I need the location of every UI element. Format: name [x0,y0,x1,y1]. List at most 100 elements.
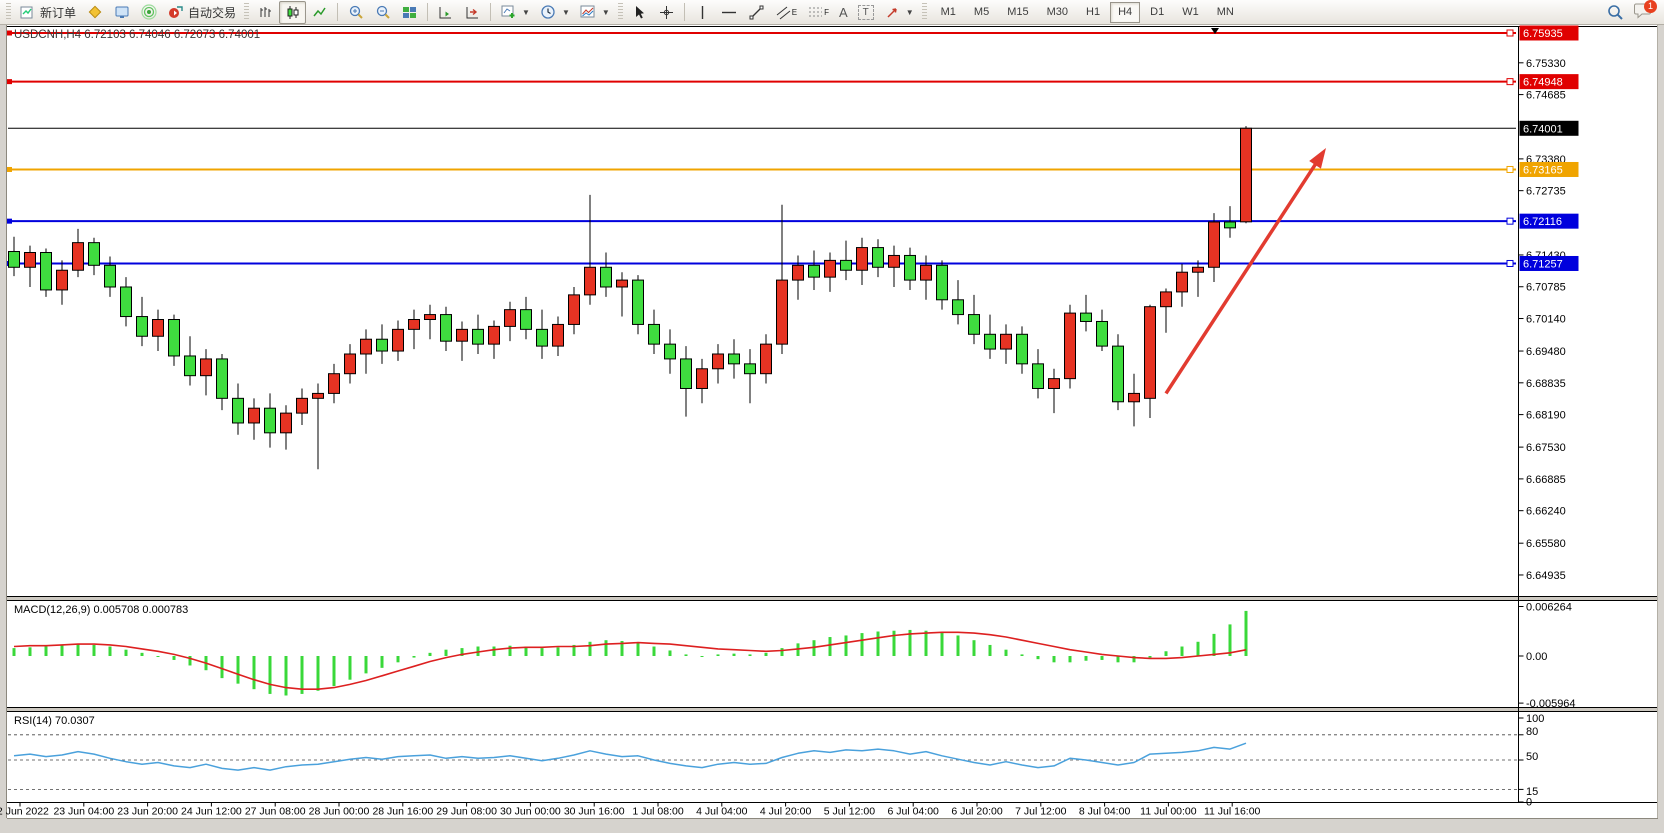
line-right-handle[interactable] [1507,30,1513,36]
autotrading-button[interactable]: 自动交易 [162,1,241,24]
equidistant-channel-tool-button[interactable]: E [770,1,802,24]
text-tool-button[interactable]: A [834,1,853,24]
toolbar-separator [684,3,685,21]
timeframe-button-m1[interactable]: M1 [933,2,964,23]
time-label[interactable]: 30 Jun 00:00 [500,806,561,818]
horizontal-line-tool-button[interactable] [716,1,743,24]
time-label[interactable]: 11 Jul 16:00 [1204,806,1261,818]
time-label[interactable]: 7 Jul 12:00 [1015,806,1067,818]
candlestick [969,315,980,335]
new-order-button[interactable]: 新订单 [14,1,81,24]
time-label[interactable]: 1 Jul 08:00 [632,806,684,818]
candlestick [105,265,116,287]
time-label[interactable]: 28 Jun 16:00 [372,806,433,818]
time-label[interactable]: 27 Jun 08:00 [245,806,306,818]
timeframe-button-w1[interactable]: W1 [1174,2,1207,23]
templates-button[interactable]: ▼ [575,1,615,24]
autotrading-label: 自动交易 [188,4,236,21]
candlestick [169,320,180,356]
macd-histogram-bar [989,645,992,656]
line-right-handle[interactable] [1507,79,1513,85]
candlestick-mode-button[interactable] [279,1,306,24]
candlestick [729,354,740,364]
line-left-handle[interactable] [7,167,12,172]
time-label[interactable]: 23 Jun 20:00 [117,806,178,818]
candlestick [57,270,68,290]
toolbar-separator [490,3,491,21]
time-label[interactable]: 11 Jul 00:00 [1140,806,1197,818]
macd-histogram-bar [45,647,48,656]
auto-scroll-button[interactable] [432,1,459,24]
line-chart-mode-button[interactable] [306,1,333,24]
candlestick-chart-icon [284,4,301,21]
signals-button[interactable] [135,1,162,24]
crosshair-tool-button[interactable] [653,1,680,24]
macd-histogram-bar [877,632,880,656]
candlestick [873,248,884,268]
time-label[interactable]: 28 Jun 00:00 [309,806,370,818]
tile-windows-icon [401,4,418,21]
timeframe-button-h1[interactable]: H1 [1078,2,1108,23]
fibonacci-tool-button[interactable]: F [802,1,834,24]
zoom-out-button[interactable] [369,1,396,24]
market-watch-button[interactable] [81,1,108,24]
time-label[interactable]: 5 Jul 12:00 [824,806,876,818]
timeframe-button-mn[interactable]: MN [1209,2,1242,23]
indicators-button[interactable]: ▼ [495,1,535,24]
time-label[interactable]: 23 Jun 04:00 [53,806,114,818]
candlestick [297,398,308,413]
line-right-handle[interactable] [1507,260,1513,266]
tile-windows-button[interactable] [396,1,423,24]
candlestick [1225,222,1236,228]
macd-histogram-bar [685,654,688,656]
text-label-tool-button[interactable]: T [853,1,879,24]
search-icon[interactable] [1606,4,1623,21]
time-label[interactable]: 24 Jun 12:00 [181,806,242,818]
timeframe-button-m5[interactable]: M5 [966,2,997,23]
candlestick [585,267,596,295]
price-tick-label: 6.74685 [1526,90,1566,102]
vertical-line-tool-button[interactable] [689,1,716,24]
periods-button[interactable]: ▼ [535,1,575,24]
candlestick [1097,321,1108,346]
line-right-handle[interactable] [1507,218,1513,224]
line-left-handle[interactable] [7,79,12,84]
line-left-handle[interactable] [7,31,12,36]
timeframe-button-d1[interactable]: D1 [1142,2,1172,23]
price-tick-label: 6.68835 [1526,378,1566,390]
candlestick [89,243,100,266]
cursor-tool-button[interactable] [626,1,653,24]
zoom-in-button[interactable] [342,1,369,24]
price-tick-label: 6.65580 [1526,538,1566,550]
timeframe-button-h4[interactable]: H4 [1110,2,1140,23]
chart-shift-button[interactable] [459,1,486,24]
indicators-add-icon [500,4,517,21]
panel-splitter[interactable] [7,708,1657,712]
time-label[interactable]: 29 Jun 08:00 [436,806,497,818]
timeframe-button-m15[interactable]: M15 [999,2,1036,23]
time-label[interactable]: 8 Jul 04:00 [1079,806,1131,818]
macd-histogram-bar [1005,650,1008,656]
macd-histogram-bar [333,656,336,686]
macd-histogram-bar [253,656,256,689]
line-right-handle[interactable] [1507,166,1513,172]
time-label[interactable]: 4 Jul 20:00 [760,806,812,818]
bar-chart-mode-button[interactable] [252,1,279,24]
macd-histogram-bar [1069,656,1072,662]
text-label-icon: T [858,5,874,20]
line-left-handle[interactable] [7,219,12,224]
trendline-tool-button[interactable] [743,1,770,24]
time-label[interactable]: 30 Jun 16:00 [564,806,625,818]
arrows-tool-button[interactable]: ▼ [879,1,919,24]
notifications-button[interactable]: 1 [1633,2,1653,22]
navigator-button[interactable] [108,1,135,24]
price-chart[interactable]: MACD(12,26,9) 0.005708 0.000783RSI(14) 7… [0,25,1664,833]
time-label[interactable]: 6 Jul 20:00 [951,806,1003,818]
candlestick [1065,313,1076,379]
timeframe-button-m30[interactable]: M30 [1039,2,1076,23]
panel-splitter[interactable] [7,597,1657,601]
time-label[interactable]: 6 Jul 04:00 [888,806,940,818]
time-label[interactable]: 4 Jul 04:00 [696,806,748,818]
time-label[interactable]: 22 Jun 2022 [0,806,49,818]
price-tick-label: 6.68190 [1526,410,1566,422]
